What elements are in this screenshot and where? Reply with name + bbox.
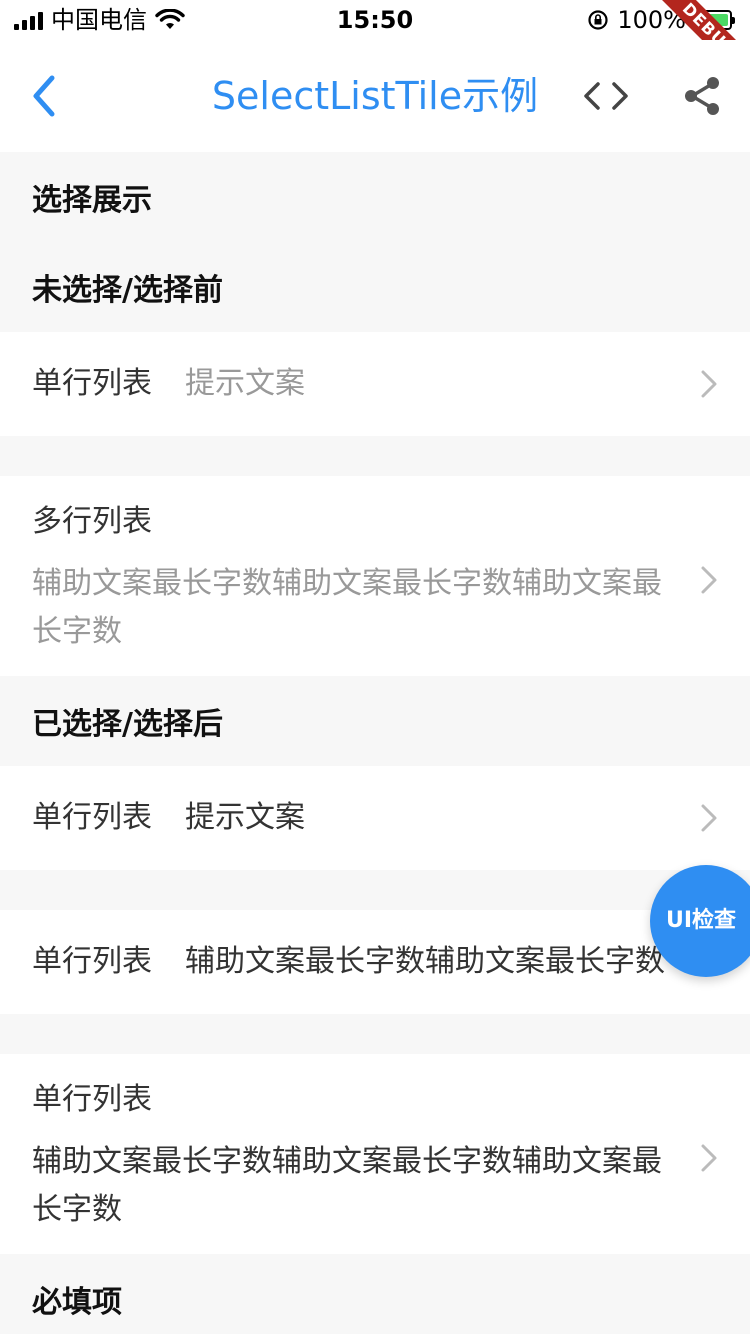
page-title: SelectListTile示例 xyxy=(211,74,539,118)
status-bar: 中国电信 15:50 100% xyxy=(0,0,750,40)
tile-value: 提示文案 xyxy=(185,800,305,835)
tile-title: 单行列表 xyxy=(32,800,152,835)
tile-value: 辅助文案最长字数辅助文案最长字数辅助文案最长字数 xyxy=(32,1144,662,1227)
chevron-right-icon xyxy=(701,566,717,594)
tile-value: 辅助文案最长字数辅助文案最长字数 xyxy=(185,944,665,979)
tile-title: 单行列表 xyxy=(32,944,152,979)
chevron-right-icon xyxy=(701,804,717,832)
select-tile-unselected-multi[interactable]: 多行列表 辅助文案最长字数辅助文案最长字数辅助文案最长字数 xyxy=(0,476,750,676)
select-tile-selected-multi[interactable]: 单行列表 辅助文案最长字数辅助文案最长字数辅助文案最长字数 xyxy=(0,1054,750,1254)
chevron-right-icon xyxy=(701,370,717,398)
content-list: 选择展示 未选择/选择前 单行列表 提示文案 多行列表 辅助文案最长字数辅助文案… xyxy=(0,152,750,1334)
divider-gap xyxy=(0,436,750,476)
tile-title: 单行列表 xyxy=(32,1082,152,1117)
select-tile-selected-single[interactable]: 单行列表 提示文案 xyxy=(0,766,750,870)
ui-inspect-button[interactable]: UI检查 xyxy=(650,865,750,977)
select-tile-selected-single-long[interactable]: 单行列表 辅助文案最长字数辅助文案最长字数 xyxy=(0,910,750,1014)
tile-hint: 提示文案 xyxy=(185,366,305,401)
divider-gap xyxy=(0,1014,750,1054)
code-icon[interactable] xyxy=(580,76,632,116)
section-header-unselected: 未选择/选择前 xyxy=(0,242,750,332)
select-tile-unselected-single[interactable]: 单行列表 提示文案 xyxy=(0,332,750,436)
nav-bar: SelectListTile示例 xyxy=(0,40,750,152)
section-header-display: 选择展示 xyxy=(0,152,750,242)
tile-title: 单行列表 xyxy=(32,366,152,401)
share-icon[interactable] xyxy=(680,74,724,118)
tile-title: 多行列表 xyxy=(32,504,152,539)
divider-gap xyxy=(0,870,750,910)
chevron-right-icon xyxy=(701,1144,717,1172)
rotation-lock-icon xyxy=(588,10,608,30)
tile-hint: 辅助文案最长字数辅助文案最长字数辅助文案最长字数 xyxy=(32,566,662,649)
section-header-selected: 已选择/选择后 xyxy=(0,676,750,766)
section-header-required: 必填项 xyxy=(0,1254,750,1334)
